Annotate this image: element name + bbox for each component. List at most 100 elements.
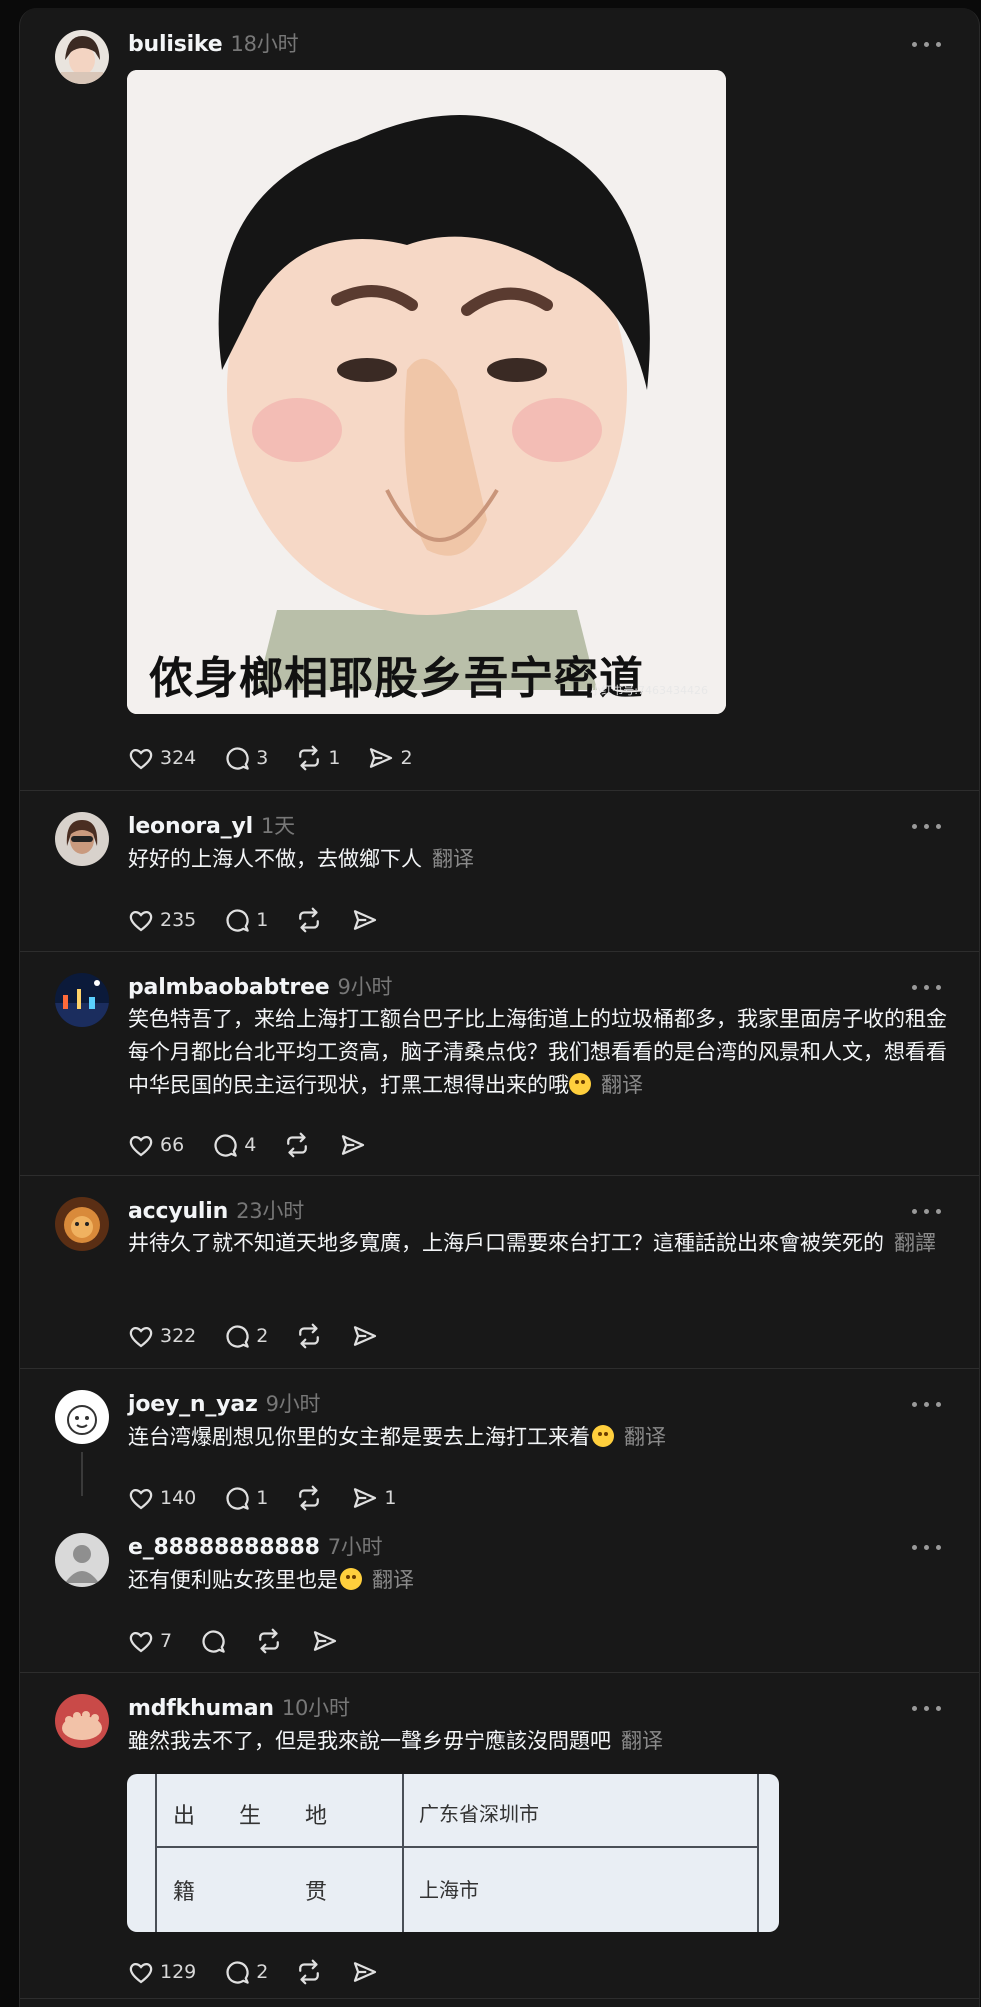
avatar[interactable]: [55, 1694, 109, 1748]
reply-count: 1: [256, 1487, 269, 1509]
post-actions: 322 2: [126, 1319, 406, 1353]
like-button[interactable]: 324: [126, 743, 196, 773]
like-button[interactable]: 7: [126, 1626, 172, 1656]
username[interactable]: joey_n_yaz 9小时: [128, 1388, 321, 1418]
avatar[interactable]: [55, 1390, 109, 1444]
repost-button[interactable]: [294, 905, 324, 935]
post-actions: 129 2: [126, 1955, 406, 1989]
send-icon: [354, 1326, 377, 1346]
translate-link[interactable]: 翻译: [432, 847, 474, 871]
more-options-icon[interactable]: [912, 1201, 942, 1221]
reply-button[interactable]: 3: [222, 743, 268, 773]
share-button[interactable]: 2: [366, 743, 413, 773]
like-button[interactable]: 322: [126, 1321, 196, 1351]
doc-table: 出 生 地 广东省深圳市 籍 贯 上海市: [155, 1774, 759, 1932]
heart-icon: [129, 910, 153, 932]
comment-icon: [226, 1325, 250, 1348]
image-caption: 侬身榔相耶股乡吾宁密道: [149, 653, 644, 704]
thread-feed: bulisike 18小时 侬身榔相耶股乡吾宁密道 小红书号:7463434426: [19, 8, 980, 2007]
reply-button[interactable]: 4: [210, 1130, 256, 1160]
repost-button[interactable]: [254, 1626, 284, 1656]
repost-icon: [259, 1628, 279, 1654]
username-text[interactable]: joey_n_yaz: [128, 1392, 258, 1417]
username[interactable]: palmbaobabtree 9小时: [128, 971, 392, 1001]
like-count: 235: [160, 909, 197, 931]
post-text: 井待久了就不知道天地多寬廣，上海戶口需要來台打工？這種話說出來會被笑死的 翻譯: [128, 1227, 948, 1260]
share-button[interactable]: [310, 1626, 340, 1656]
comment-icon: [226, 1961, 250, 1984]
grinning-sweat-emoji-icon: [569, 1073, 591, 1095]
post-image[interactable]: 侬身榔相耶股乡吾宁密道 小红书号:7463434426: [127, 70, 726, 714]
more-options-icon[interactable]: [912, 977, 942, 997]
avatar[interactable]: [55, 1533, 109, 1587]
avatar[interactable]: [55, 812, 109, 866]
translate-link[interactable]: 翻譯: [894, 1231, 936, 1255]
username-text[interactable]: mdfkhuman: [128, 1696, 274, 1721]
username-text[interactable]: bulisike: [128, 32, 223, 57]
like-count: 324: [160, 747, 197, 769]
username[interactable]: leonora_yl 1天: [128, 810, 295, 840]
share-button[interactable]: [350, 1957, 380, 1987]
repost-button[interactable]: [294, 1957, 324, 1987]
repost-button[interactable]: [294, 1321, 324, 1351]
username[interactable]: accyulin 23小时: [128, 1195, 304, 1225]
like-count: 66: [160, 1134, 185, 1156]
thread-connector-line: [81, 1452, 83, 1496]
send-icon: [342, 1135, 365, 1155]
post-image-document[interactable]: 出 生 地 广东省深圳市 籍 贯 上海市: [127, 1774, 779, 1932]
repost-button[interactable]: 1: [294, 743, 340, 773]
translate-link[interactable]: 翻译: [621, 1729, 663, 1753]
username-text[interactable]: leonora_yl: [128, 814, 253, 839]
default-avatar-icon: [55, 1533, 109, 1587]
reply-button[interactable]: 2: [222, 1321, 268, 1351]
reply-button[interactable]: [198, 1626, 228, 1656]
post-body: 井待久了就不知道天地多寬廣，上海戶口需要來台打工？這種話說出來會被笑死的: [128, 1231, 884, 1255]
avatar[interactable]: [55, 973, 109, 1027]
reply-button[interactable]: 2: [222, 1957, 268, 1987]
comment-icon: [226, 1487, 250, 1510]
translate-link[interactable]: 翻译: [372, 1568, 414, 1592]
repost-icon: [299, 1959, 320, 1985]
divider: [20, 1672, 979, 1673]
post-body: 连台湾爆剧想见你里的女主都是要去上海打工来着: [128, 1425, 590, 1449]
more-options-icon[interactable]: [912, 1537, 942, 1557]
repost-button[interactable]: [294, 1483, 324, 1513]
comment-icon: [226, 747, 250, 770]
username[interactable]: e_88888888888 7小时: [128, 1531, 383, 1561]
more-options-icon[interactable]: [912, 34, 942, 54]
share-button[interactable]: [350, 905, 380, 935]
like-button[interactable]: 66: [126, 1130, 184, 1160]
avatar[interactable]: [55, 1197, 109, 1251]
timestamp: 10小时: [281, 1696, 350, 1720]
username[interactable]: bulisike 18小时: [128, 28, 299, 58]
translate-link[interactable]: 翻译: [601, 1073, 643, 1097]
repost-button[interactable]: [282, 1130, 312, 1160]
table-label-birthplace: 出 生 地: [173, 1804, 328, 1829]
username-text[interactable]: palmbaobabtree: [128, 975, 330, 1000]
like-button[interactable]: 235: [126, 905, 196, 935]
like-button[interactable]: 129: [126, 1957, 196, 1987]
table-value-birthplace: 广东省深圳市: [419, 1802, 539, 1826]
avatar[interactable]: [55, 30, 109, 84]
more-options-icon[interactable]: [912, 1394, 942, 1414]
post-body: 还有便利贴女孩里也是: [128, 1568, 338, 1592]
more-options-icon[interactable]: [912, 816, 942, 836]
reply-button[interactable]: 1: [222, 905, 268, 935]
more-options-icon[interactable]: [912, 1698, 942, 1718]
like-count: 7: [160, 1630, 173, 1652]
username-text[interactable]: accyulin: [128, 1199, 228, 1224]
username-text[interactable]: e_88888888888: [128, 1535, 320, 1560]
share-button[interactable]: [338, 1130, 368, 1160]
repost-icon: [287, 1132, 308, 1158]
like-button[interactable]: 140: [126, 1483, 196, 1513]
reply-button[interactable]: 1: [222, 1483, 268, 1513]
username[interactable]: mdfkhuman 10小时: [128, 1692, 350, 1722]
send-icon: [354, 1962, 377, 1982]
share-button[interactable]: [350, 1321, 380, 1351]
share-button[interactable]: 1: [350, 1483, 396, 1513]
post-actions: 324 3 1 2: [126, 741, 439, 775]
post-body: 雖然我去不了，但是我來說一聲乡毋宁應該沒問題吧: [128, 1729, 611, 1753]
post-actions: 7: [126, 1624, 366, 1658]
translate-link[interactable]: 翻译: [624, 1425, 666, 1449]
repost-icon: [299, 1485, 320, 1511]
